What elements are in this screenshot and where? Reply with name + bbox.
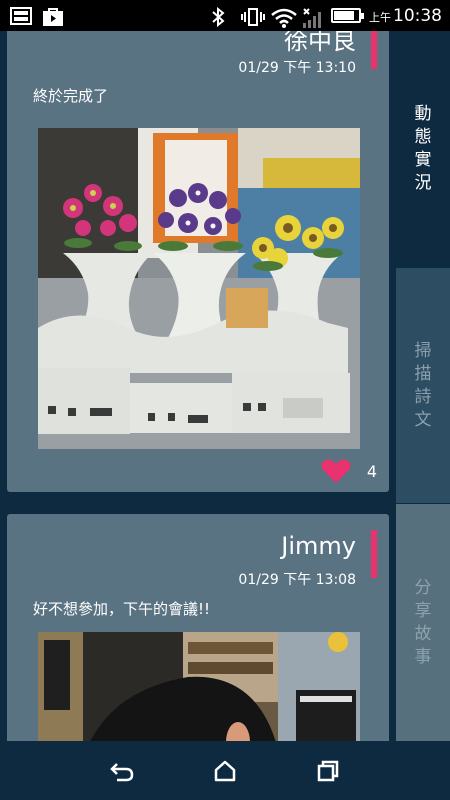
clock-ampm: 上午 (369, 10, 391, 24)
accent-bar (371, 530, 377, 578)
vibrate-icon (241, 7, 265, 26)
home-icon[interactable] (211, 757, 239, 785)
heart-icon[interactable] (321, 458, 351, 484)
post-author: Jimmy (281, 532, 356, 560)
wifi-icon (271, 7, 297, 28)
post-message: 好不想參加，下午的會議!! (33, 600, 211, 618)
store-notification-icon (42, 7, 64, 26)
post-date: 01/29 下午 13:10 (238, 60, 356, 76)
back-icon[interactable] (108, 757, 136, 785)
signal-icon (301, 7, 323, 28)
post-card[interactable]: Jimmy 01/29 下午 13:08 好不想參加，下午的會議!! (7, 514, 389, 741)
like-count: 4 (366, 461, 377, 481)
tab-label: 分享故事 (414, 577, 432, 667)
tab-label: 掃描詩文 (414, 340, 432, 430)
recents-icon[interactable] (314, 757, 342, 785)
feed-list[interactable]: 徐中良 01/29 下午 13:10 終於完成了 4 Jimmy 01/29 下… (0, 31, 396, 741)
side-tab-bar: 動態實況 掃描詩文 分享故事 (396, 31, 450, 741)
post-photo[interactable] (38, 632, 360, 741)
post-photo[interactable] (38, 128, 360, 449)
post-author: 徐中良 (284, 31, 356, 55)
like-row: 4 (321, 458, 377, 484)
accent-bar (371, 31, 377, 69)
tab-live-feed[interactable]: 動態實況 (396, 31, 450, 267)
gallery-notification-icon (10, 6, 32, 25)
tab-share-story[interactable]: 分享故事 (396, 504, 450, 741)
post-card[interactable]: 徐中良 01/29 下午 13:10 終於完成了 4 (7, 31, 389, 492)
status-bar: 上午 10:38 (0, 0, 450, 31)
clock: 上午 10:38 (369, 6, 442, 26)
battery-icon (331, 8, 364, 23)
tab-scan-poem[interactable]: 掃描詩文 (396, 268, 450, 503)
tab-label: 動態實況 (414, 104, 432, 193)
bluetooth-icon (211, 6, 233, 27)
post-date: 01/29 下午 13:08 (238, 572, 356, 588)
navigation-bar (0, 741, 450, 800)
clock-time: 10:38 (393, 5, 442, 26)
post-message: 終於完成了 (33, 87, 109, 105)
